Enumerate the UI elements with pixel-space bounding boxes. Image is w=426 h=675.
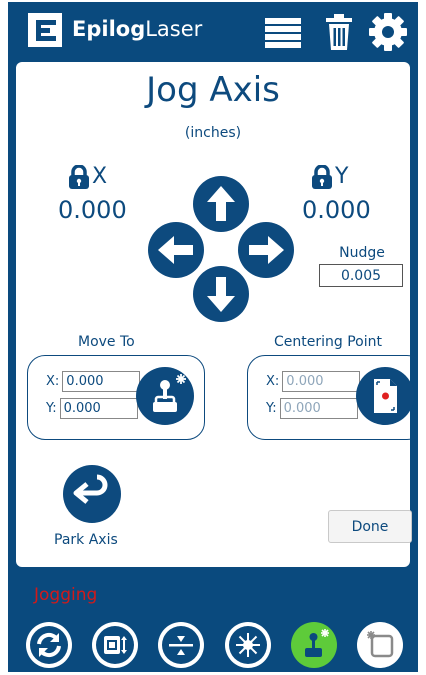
centering-point-group: X: Y: xyxy=(247,355,418,440)
brand-light: Laser xyxy=(145,17,203,41)
refresh-icon xyxy=(30,626,68,664)
y-lock-icon[interactable] xyxy=(311,164,333,189)
move-to-x-input[interactable] xyxy=(62,371,141,392)
settings-button[interactable] xyxy=(368,12,408,52)
frame-icon xyxy=(361,626,399,664)
status-text: Jogging xyxy=(34,585,98,605)
jog-icon xyxy=(305,629,329,657)
center-y-prefix: Y: xyxy=(266,401,277,416)
arrow-down-icon xyxy=(207,277,235,312)
center-point-icon xyxy=(374,379,397,413)
nudge-label: Nudge xyxy=(339,245,385,261)
nudge-input[interactable] xyxy=(319,264,403,287)
file-list-button[interactable] xyxy=(263,12,303,52)
y-position-value: 0.000 xyxy=(302,196,371,224)
page-title: Jog Axis xyxy=(146,70,280,110)
list-icon xyxy=(265,18,301,48)
centering-point-button[interactable] xyxy=(356,367,414,425)
jog-down-button[interactable] xyxy=(193,266,249,322)
move-to-y-row: Y: xyxy=(46,398,138,419)
center-y-row: Y: xyxy=(266,398,358,419)
bottom-toolbar xyxy=(8,618,418,672)
park-axis-label: Park Axis xyxy=(54,532,118,548)
laser-icon xyxy=(229,626,267,664)
delete-button[interactable] xyxy=(320,12,360,52)
move-to-x-row: X: xyxy=(46,371,141,392)
app-frame: EpilogLaser Jog Axis (inches) X 0.000 Y … xyxy=(8,2,418,672)
return-arrow-icon xyxy=(73,474,108,504)
trash-icon xyxy=(326,14,352,50)
center-x-input[interactable] xyxy=(282,371,361,392)
joystick-laser-icon xyxy=(153,374,186,412)
focus-button[interactable] xyxy=(158,622,204,668)
x-axis-letter: X xyxy=(92,164,108,189)
header: EpilogLaser xyxy=(8,2,418,60)
move-to-y-prefix: Y: xyxy=(46,401,57,416)
units-label: (inches) xyxy=(184,125,242,141)
center-y-input[interactable] xyxy=(279,398,358,419)
camera-icon xyxy=(96,626,134,664)
centering-point-label: Centering Point xyxy=(274,334,382,350)
move-to-label: Move To xyxy=(78,334,135,350)
move-to-button[interactable] xyxy=(136,367,194,425)
x-axis-label: X xyxy=(68,164,107,189)
jog-axis-panel: Jog Axis (inches) X 0.000 Y 0.000 Nudge … xyxy=(16,62,418,567)
park-axis-button[interactable] xyxy=(63,465,121,523)
move-to-x-prefix: X: xyxy=(46,374,60,389)
laser-pointer-button[interactable] xyxy=(225,622,271,668)
refresh-button[interactable] xyxy=(26,622,72,668)
done-button[interactable]: Done xyxy=(328,510,412,543)
y-axis-letter: Y xyxy=(335,164,349,189)
center-x-prefix: X: xyxy=(266,374,280,389)
jog-button[interactable] xyxy=(291,622,337,668)
logo-icon xyxy=(28,13,62,47)
y-axis-label: Y xyxy=(311,164,348,189)
frame-button[interactable] xyxy=(357,622,403,668)
focus-icon xyxy=(162,626,200,664)
gear-icon xyxy=(369,13,407,51)
center-x-row: X: xyxy=(266,371,361,392)
move-to-y-input[interactable] xyxy=(59,398,138,419)
move-to-group: X: Y: xyxy=(27,355,205,440)
brand-name: EpilogLaser xyxy=(72,17,202,41)
x-lock-icon[interactable] xyxy=(68,164,90,189)
camera-button[interactable] xyxy=(92,622,138,668)
x-position-value: 0.000 xyxy=(58,196,127,224)
brand-bold: Epilog xyxy=(72,17,146,41)
